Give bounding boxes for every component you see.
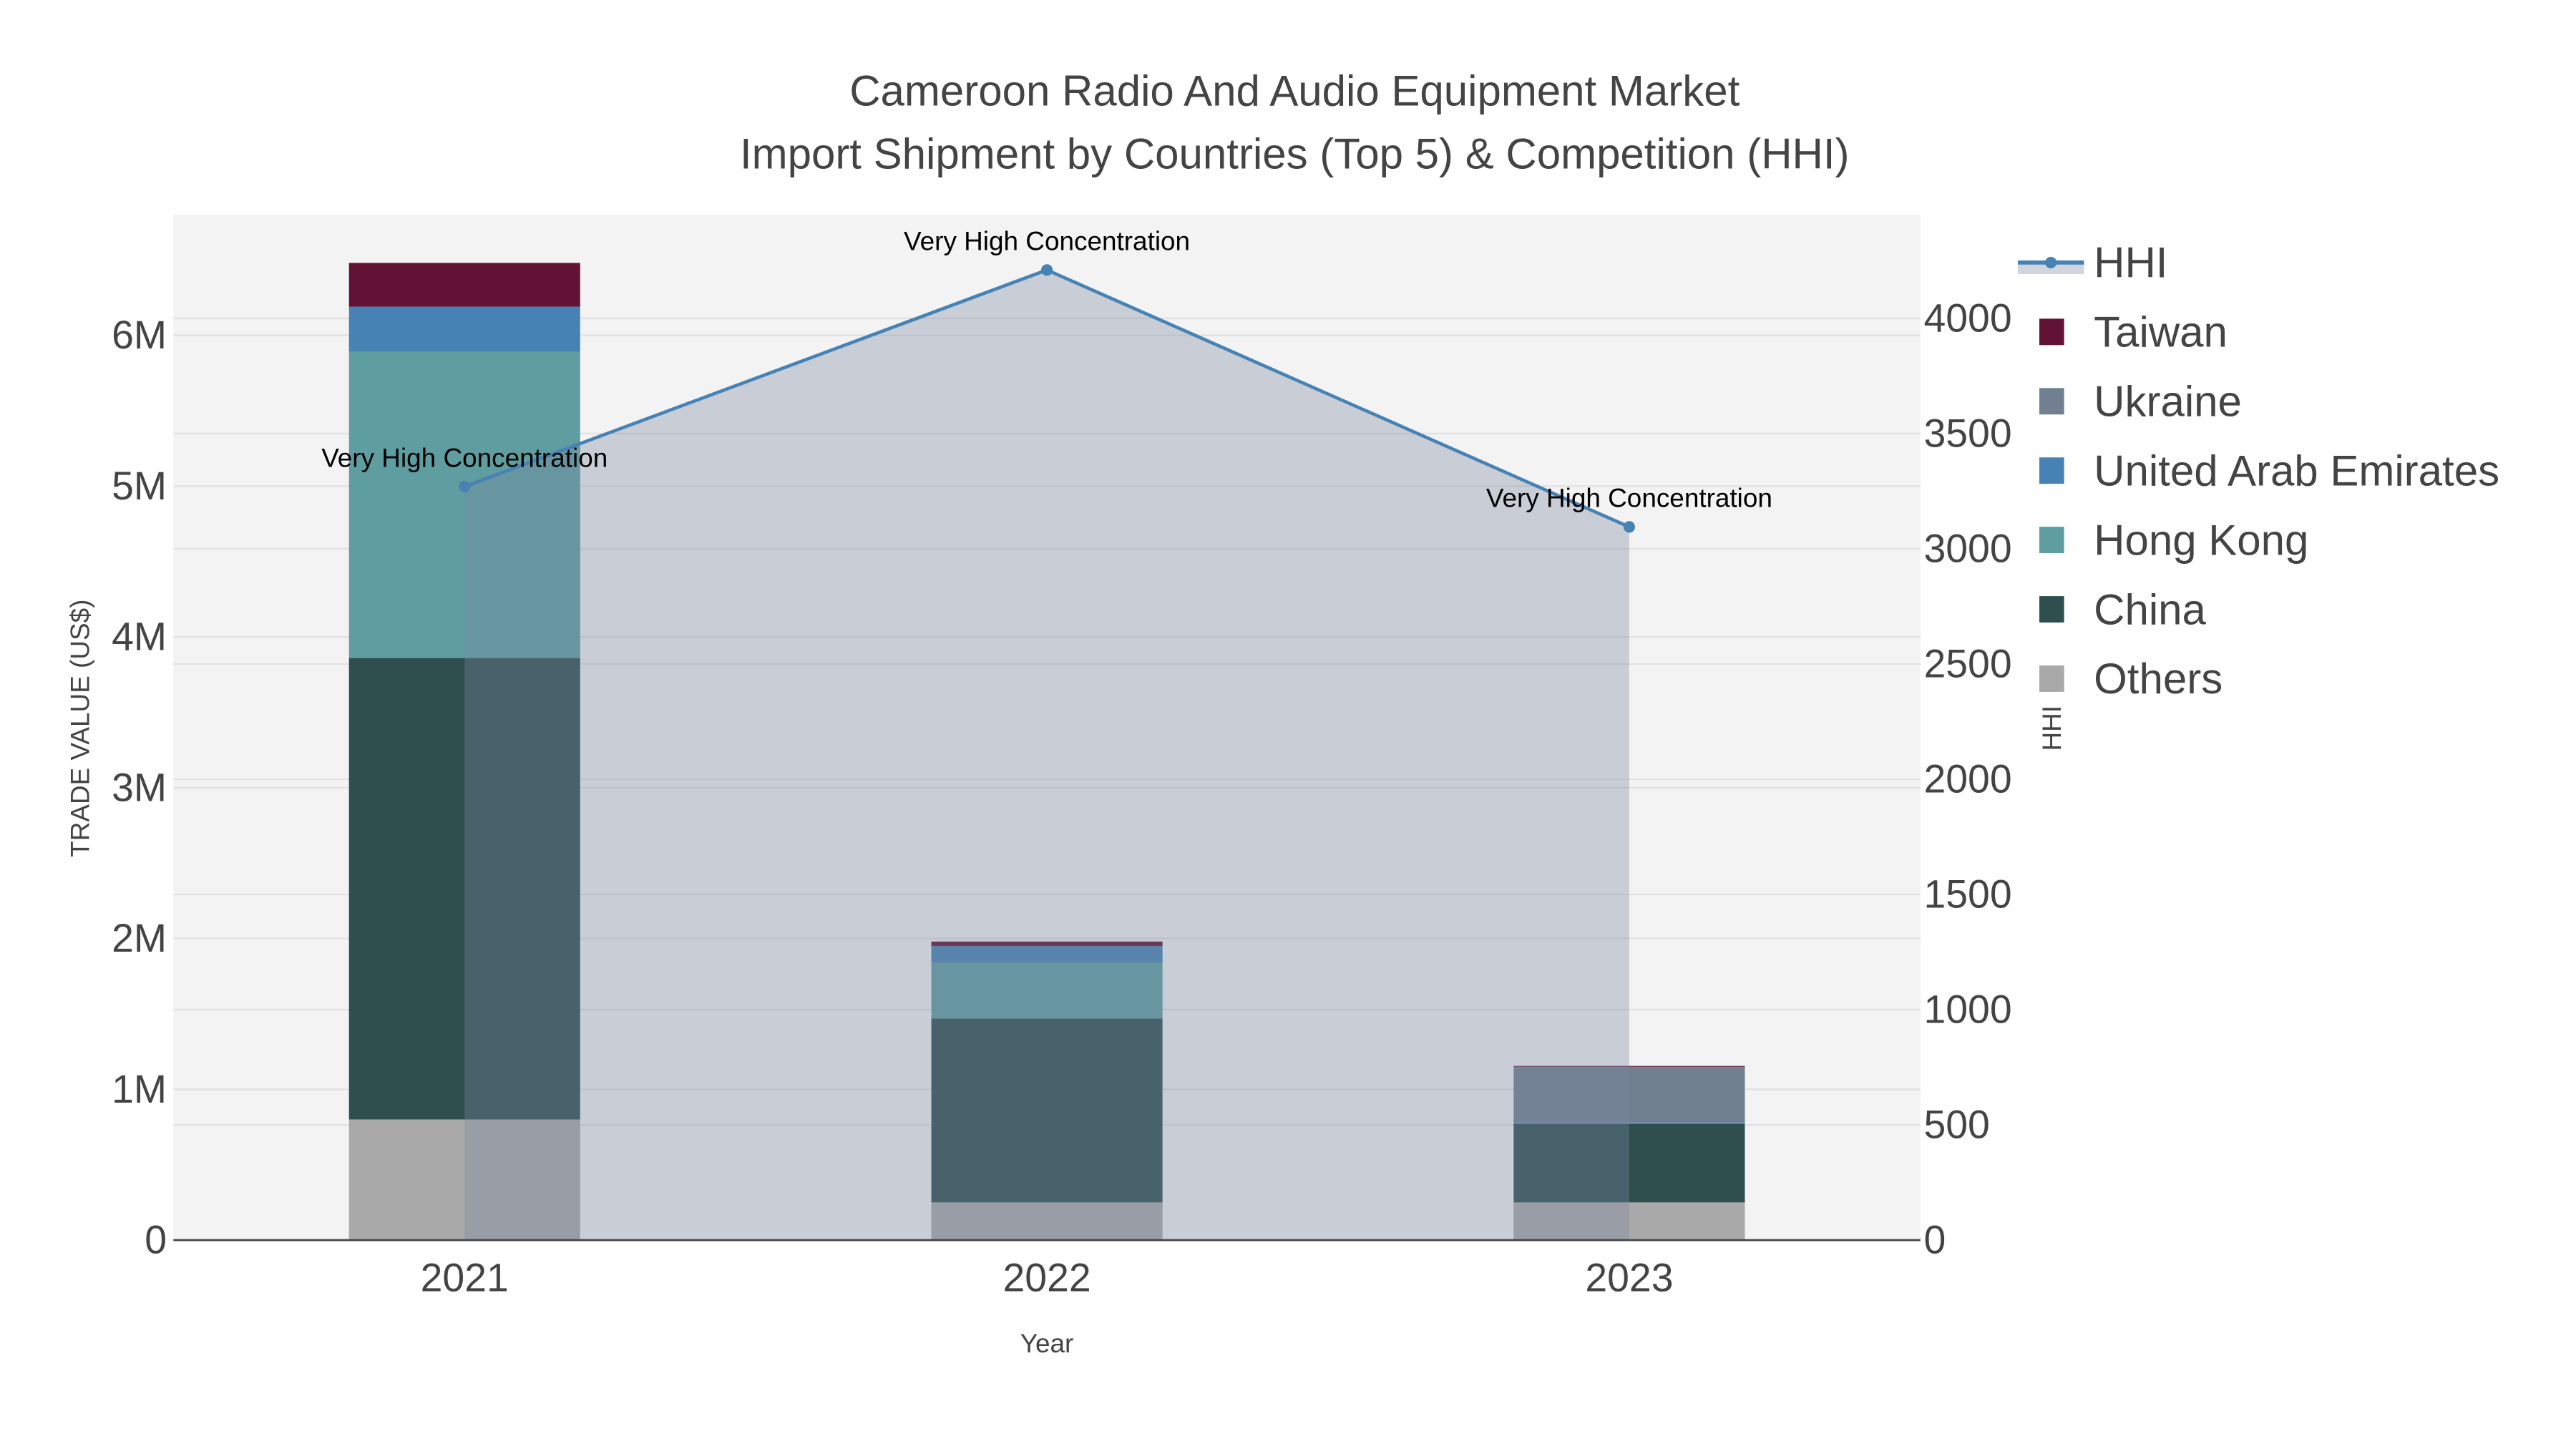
x-axis-ticks: 2021 2022 2023 [421,1256,1674,1300]
legend-hhi-marker [2045,256,2057,268]
y-tick-label: 3M [112,765,167,809]
legend-swatch-others [2039,665,2064,692]
y-tick-label: 0 [145,1218,167,1262]
chart-title-line2: Import Shipment by Countries (Top 5) & C… [740,130,1850,177]
chart: Very High Concentration Very High Concent… [66,67,2499,1358]
bar-taiwan-2021 [348,263,580,307]
y-tick-label: 5M [112,464,167,508]
y-axis-ticks: 0 1M 2M 3M 4M 5M 6M [112,313,167,1262]
y-tick-label: 4M [112,615,167,659]
hhi-annotation: Very High Concentration [904,227,1190,256]
hhi-annotation: Very High Concentration [1486,484,1772,513]
legend-label-others: Others [2094,655,2223,703]
y2-tick-label: 2500 [1923,641,2011,686]
legend-label-taiwan: Taiwan [2094,308,2228,356]
x-tick-label: 2022 [1002,1256,1091,1300]
legend: HHI Taiwan Ukraine United Arab Emirates Hong… [2017,239,2499,703]
hhi-point-2023 [1623,521,1635,533]
y2-tick-label: 2000 [1923,756,2011,801]
x-tick-label: 2021 [421,1256,509,1300]
legend-label-ukraine: Ukraine [2094,378,2242,426]
y-tick-label: 2M [112,916,167,960]
legend-swatch-hong-kong [2039,527,2064,554]
y2-tick-label: 500 [1923,1103,1989,1147]
y2-tick-label: 1000 [1923,987,2011,1031]
y2-tick-label: 3500 [1923,411,2011,455]
legend-label-united-arab-emirates: United Arab Emirates [2094,447,2499,494]
legend-swatch-ukraine [2039,388,2064,415]
bar-united-arab-emirates-2021 [348,306,580,352]
y-tick-label: 6M [112,313,167,357]
y2-tick-label: 0 [1923,1218,1946,1262]
hhi-point-2021 [459,480,471,493]
y2-axis-title: HHI [2037,706,2067,751]
legend-swatch-taiwan [2039,318,2064,346]
hhi-point-2022 [1041,264,1053,276]
legend-label-hong-kong: Hong Kong [2094,516,2308,564]
legend-label-china: China [2094,585,2206,633]
y2-tick-label: 4000 [1923,296,2011,340]
y-axis-title: TRADE VALUE (US$) [66,600,95,857]
y2-tick-label: 3000 [1923,526,2011,570]
legend-swatch-china [2039,596,2064,623]
y2-tick-label: 1500 [1923,872,2011,916]
legend-label-hhi: HHI [2094,239,2167,287]
x-axis-title: Year [1020,1329,1074,1358]
y-tick-label: 1M [112,1067,167,1111]
x-tick-label: 2023 [1585,1256,1673,1300]
y2-axis-ticks: 0 500 1000 1500 2000 2500 3000 3500 4000 [1923,296,2011,1262]
chart-title-line1: Cameroon Radio And Audio Equipment Marke… [849,67,1740,115]
hhi-annotation: Very High Concentration [321,443,608,472]
legend-swatch-united-arab-emirates [2039,457,2064,484]
